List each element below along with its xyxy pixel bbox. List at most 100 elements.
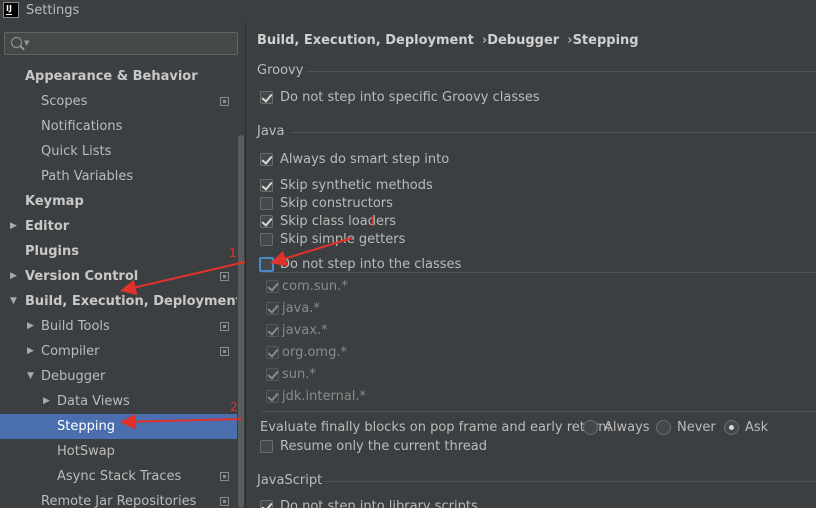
- java-group-title: Java: [257, 124, 285, 139]
- sidebar-item-label: Scopes: [41, 94, 88, 109]
- sidebar-item[interactable]: Appearance & Behavior: [0, 64, 237, 89]
- class-filter-label: java.*: [282, 301, 320, 316]
- sidebar-item-label: Plugins: [25, 244, 79, 259]
- checkbox[interactable]: [266, 368, 279, 381]
- checkbox[interactable]: [260, 440, 273, 453]
- sidebar-item[interactable]: HotSwap: [0, 439, 237, 464]
- sidebar-item-label: Path Variables: [41, 169, 134, 184]
- class-filter-label: sun.*: [282, 367, 316, 382]
- search-options-icon[interactable]: ▼: [24, 39, 29, 47]
- sidebar-scrollbar-thumb[interactable]: [238, 135, 244, 508]
- sidebar-item[interactable]: Keymap: [0, 189, 237, 214]
- sidebar-item-label: Data Views: [57, 394, 130, 409]
- sidebar-item-label: Version Control: [25, 269, 139, 284]
- sidebar-item-label: Compiler: [41, 344, 100, 359]
- expand-right-icon[interactable]: ▶: [27, 339, 34, 364]
- sidebar-item[interactable]: ▼ Debugger: [0, 364, 237, 389]
- project-settings-icon: [220, 322, 229, 331]
- class-filter-label: org.omg.*: [282, 345, 347, 360]
- expand-down-icon[interactable]: ▼: [10, 289, 17, 314]
- checkbox[interactable]: [260, 215, 273, 228]
- sidebar-item-label: Appearance & Behavior: [25, 69, 198, 84]
- sidebar-item[interactable]: ▼ Build, Execution, Deployment: [0, 289, 242, 314]
- checkbox[interactable]: [260, 179, 273, 192]
- checkbox[interactable]: [266, 346, 279, 359]
- radio-always-label[interactable]: Always: [604, 419, 650, 437]
- sidebar-item[interactable]: Scopes: [0, 89, 237, 114]
- search-icon: [11, 37, 22, 48]
- expand-right-icon[interactable]: ▶: [27, 314, 34, 339]
- javascript-group-title: JavaScript: [257, 473, 323, 488]
- settings-content: Build, Execution, Deployment ›Debugger ›St…: [246, 22, 816, 508]
- checkbox[interactable]: [266, 280, 279, 293]
- expand-right-icon[interactable]: ▶: [10, 214, 17, 239]
- checkbox[interactable]: [259, 257, 274, 272]
- project-settings-icon: [220, 497, 229, 506]
- checkbox-label: Resume only the current thread: [280, 439, 487, 454]
- radio-ask[interactable]: [724, 420, 739, 435]
- sidebar-item[interactable]: ▶ Editor: [0, 214, 237, 239]
- project-settings-icon: [220, 472, 229, 481]
- checkbox[interactable]: [260, 233, 273, 246]
- sidebar-item-label: Notifications: [41, 119, 123, 134]
- excluded-classes-list[interactable]: com.sun.* java.* javax.* org.omg.* sun.* jdk.…: [262, 272, 816, 412]
- radio-ask-label[interactable]: Ask: [745, 419, 768, 437]
- checkbox-label: Skip simple getters: [280, 232, 406, 247]
- sidebar-item[interactable]: Path Variables: [0, 164, 237, 189]
- expand-down-icon[interactable]: ▼: [27, 364, 34, 389]
- sidebar-item-label: Remote Jar Repositories: [41, 494, 197, 508]
- checkbox-label: Skip constructors: [280, 196, 393, 211]
- sidebar-item[interactable]: Stepping: [0, 414, 237, 439]
- sidebar-item[interactable]: Async Stack Traces: [0, 464, 237, 489]
- sidebar-item-label: Quick Lists: [41, 144, 112, 159]
- radio-always[interactable]: [583, 420, 598, 435]
- checkbox[interactable]: [260, 197, 273, 210]
- checkbox[interactable]: [260, 500, 273, 508]
- sidebar-item-label: Editor: [25, 219, 70, 234]
- breadcrumb-item: Debugger: [487, 33, 560, 48]
- breadcrumb-item: Build, Execution, Deployment: [257, 33, 474, 48]
- javascript-group-divider: [324, 481, 816, 482]
- window-title: Settings: [26, 3, 80, 18]
- sidebar-item[interactable]: ▶ Build Tools: [0, 314, 237, 339]
- project-settings-icon: [220, 347, 229, 356]
- expand-right-icon[interactable]: ▶: [43, 389, 50, 414]
- sidebar-item-label: Debugger: [41, 369, 106, 384]
- sidebar-item-label: Async Stack Traces: [57, 469, 182, 484]
- breadcrumb-item: Stepping: [572, 33, 639, 48]
- checkbox-label: Do not step into specific Groovy classes: [280, 90, 540, 105]
- checkbox[interactable]: [266, 324, 279, 337]
- class-filter-label: com.sun.*: [282, 279, 348, 294]
- radio-never-label[interactable]: Never: [677, 419, 716, 437]
- checkbox[interactable]: [260, 91, 273, 104]
- settings-sidebar: ▼ Appearance & Behavior Scopes Notificatio…: [0, 22, 245, 508]
- sidebar-item[interactable]: Notifications: [0, 114, 237, 139]
- groovy-group-divider: [306, 71, 816, 72]
- sidebar-item-label: Stepping: [57, 419, 115, 434]
- sidebar-item[interactable]: ▶ Version Control: [0, 264, 237, 289]
- radio-never[interactable]: [656, 420, 671, 435]
- checkbox-label: Do not step into library scripts: [280, 499, 478, 508]
- title-bar: IJ Settings: [0, 0, 816, 22]
- checkbox[interactable]: [266, 302, 279, 315]
- checkbox[interactable]: [260, 153, 273, 166]
- sidebar-item[interactable]: Quick Lists: [0, 139, 237, 164]
- sidebar-item[interactable]: Remote Jar Repositories: [0, 489, 237, 508]
- class-filter-label: javax.*: [282, 323, 328, 338]
- expand-right-icon[interactable]: ▶: [10, 264, 17, 289]
- project-settings-icon: [220, 97, 229, 106]
- intellij-logo-icon: IJ: [3, 2, 19, 18]
- sidebar-item-label: Build, Execution, Deployment: [25, 294, 242, 309]
- class-filter-label: jdk.internal.*: [282, 389, 367, 404]
- sidebar-item[interactable]: ▶ Data Views: [0, 389, 237, 414]
- checkbox[interactable]: [266, 390, 279, 403]
- sidebar-item[interactable]: Plugins: [0, 239, 237, 264]
- groovy-group-title: Groovy: [257, 63, 304, 78]
- project-settings-icon: [220, 272, 229, 281]
- evaluate-finally-label: Evaluate finally blocks on pop frame and…: [260, 420, 611, 435]
- sidebar-item[interactable]: ▶ Compiler: [0, 339, 237, 364]
- search-input[interactable]: ▼: [4, 32, 238, 55]
- breadcrumb: Build, Execution, Deployment ›Debugger ›St…: [257, 33, 639, 48]
- checkbox-label: Skip synthetic methods: [280, 178, 433, 193]
- checkbox-label: Skip class loaders: [280, 214, 397, 229]
